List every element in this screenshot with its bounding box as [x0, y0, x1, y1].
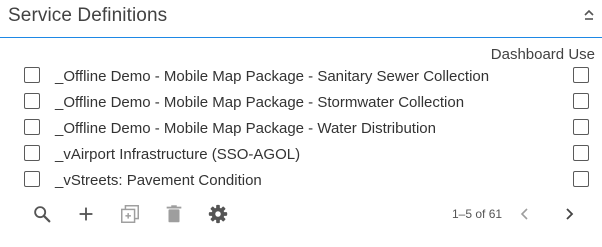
- chevron-left-icon: [520, 208, 528, 220]
- chevron-right-icon: [566, 208, 574, 220]
- search-icon: [34, 206, 51, 223]
- list-item-label: _vStreets: Pavement Condition: [55, 172, 262, 189]
- list-item: _vStreets: Pavement Condition: [0, 168, 602, 194]
- select-checkbox[interactable]: [24, 145, 40, 161]
- list-item: _Offline Demo - Mobile Map Package - Sto…: [0, 90, 602, 116]
- collapse-button[interactable]: [582, 6, 596, 26]
- list-item-label: _Offline Demo - Mobile Map Package - Wat…: [55, 120, 436, 137]
- select-checkbox[interactable]: [24, 119, 40, 135]
- list-item: _vAirport Infrastructure (SSO-AGOL): [0, 142, 602, 168]
- select-checkbox[interactable]: [24, 171, 40, 187]
- copy-icon: [121, 205, 139, 223]
- add-icon: [79, 207, 93, 221]
- dashboard-use-column-header: Dashboard Use: [490, 46, 595, 63]
- dashboard-use-checkbox[interactable]: [573, 67, 589, 83]
- list-item-label: _vAirport Infrastructure (SSO-AGOL): [55, 146, 301, 163]
- pagination-range: 1–5 of 61: [452, 207, 503, 221]
- dashboard-use-checkbox[interactable]: [573, 171, 589, 187]
- list-item-label: _Offline Demo - Mobile Map Package - Sto…: [55, 94, 465, 111]
- copy-button[interactable]: [118, 202, 142, 226]
- settings-icon: [208, 204, 228, 224]
- select-checkbox[interactable]: [24, 67, 40, 83]
- previous-page-button[interactable]: [515, 204, 535, 224]
- list-item: _Offline Demo - Mobile Map Package - San…: [0, 64, 602, 90]
- settings-button[interactable]: [206, 202, 230, 226]
- dashboard-use-checkbox[interactable]: [573, 93, 589, 109]
- delete-icon: [166, 205, 182, 223]
- next-page-button[interactable]: [559, 204, 579, 224]
- delete-button[interactable]: [162, 202, 186, 226]
- panel-header: Service Definitions: [0, 0, 602, 38]
- service-definition-list: _Offline Demo - Mobile Map Package - San…: [0, 64, 602, 194]
- list-item: _Offline Demo - Mobile Map Package - Wat…: [0, 116, 602, 142]
- list-toolbar: 1–5 of 61: [0, 198, 602, 230]
- dashboard-use-checkbox[interactable]: [573, 145, 589, 161]
- dashboard-use-checkbox[interactable]: [573, 119, 589, 135]
- list-item-label: _Offline Demo - Mobile Map Package - San…: [55, 68, 490, 85]
- select-checkbox[interactable]: [24, 93, 40, 109]
- add-button[interactable]: [74, 202, 98, 226]
- panel-title: Service Definitions: [8, 5, 168, 26]
- search-button[interactable]: [30, 202, 54, 226]
- chevron-up-icon: [584, 9, 594, 20]
